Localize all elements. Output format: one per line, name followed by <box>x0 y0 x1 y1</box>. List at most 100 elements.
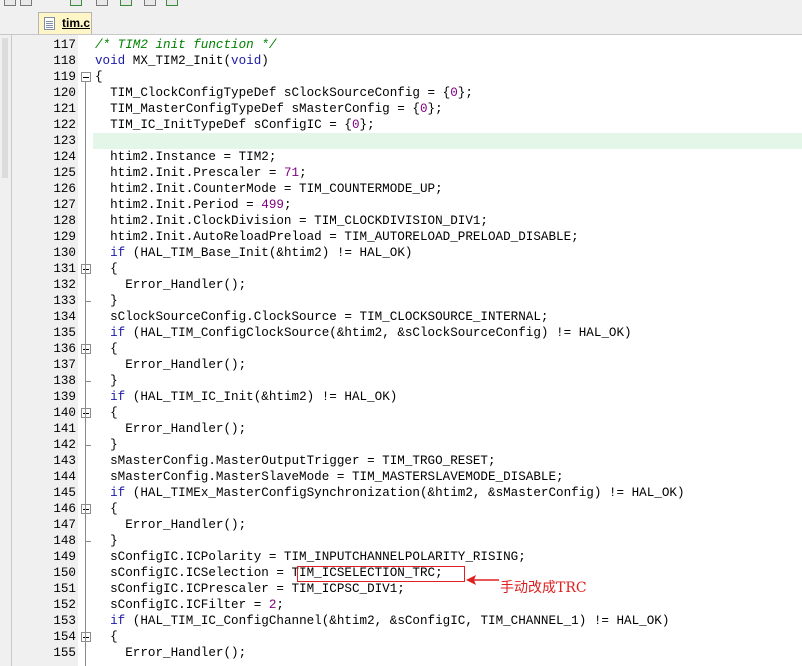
line-number: 145 <box>53 486 76 500</box>
line-number: 147 <box>53 518 76 532</box>
line-number: 125 <box>53 166 76 180</box>
code-line[interactable]: sConfigIC.ICFilter = 2; <box>95 597 284 613</box>
line-number: 120 <box>53 86 76 100</box>
toolbar-button-icon[interactable] <box>120 0 132 6</box>
code-line[interactable]: { <box>95 261 118 277</box>
tab-tim-c[interactable]: tim.c <box>38 12 92 34</box>
code-line[interactable]: if (HAL_TIM_ConfigClockSource(&htim2, &s… <box>95 325 631 341</box>
panel-scroll-strip <box>2 38 8 178</box>
line-number: 154 <box>53 630 76 644</box>
line-number: 146 <box>53 502 76 516</box>
code-line[interactable]: sConfigIC.ICPrescaler = TIM_ICPSC_DIV1; <box>95 581 405 597</box>
toolbar <box>0 0 802 8</box>
toolbar-button-icon[interactable] <box>96 0 108 6</box>
fold-toggle-icon[interactable] <box>81 72 91 82</box>
code-line[interactable]: sMasterConfig.MasterOutputTrigger = TIM_… <box>95 453 495 469</box>
code-line[interactable]: Error_Handler(); <box>95 357 246 373</box>
c-file-icon <box>44 17 55 30</box>
fold-toggle-icon[interactable] <box>81 264 91 274</box>
line-number: 118 <box>53 54 76 68</box>
code-line[interactable]: Error_Handler(); <box>95 277 246 293</box>
line-number: 121 <box>53 102 76 116</box>
line-number: 131 <box>53 262 76 276</box>
code-line[interactable]: htim2.Init.Period = 499; <box>95 197 291 213</box>
code-line[interactable]: } <box>95 437 118 453</box>
line-number: 129 <box>53 230 76 244</box>
current-line-highlight <box>93 133 802 149</box>
fold-toggle-icon[interactable] <box>81 408 91 418</box>
line-number: 150 <box>53 566 76 580</box>
toolbar-button-icon[interactable] <box>144 0 156 6</box>
fold-toggle-icon[interactable] <box>81 504 91 514</box>
code-line[interactable]: TIM_IC_InitTypeDef sConfigIC = {0}; <box>95 117 375 133</box>
code-line[interactable]: sMasterConfig.MasterSlaveMode = TIM_MAST… <box>95 469 563 485</box>
line-number: 130 <box>53 246 76 260</box>
line-number: 128 <box>53 214 76 228</box>
line-number: 148 <box>53 534 76 548</box>
code-line[interactable]: if (HAL_TIM_IC_Init(&htim2) != HAL_OK) <box>95 389 397 405</box>
code-line[interactable]: if (HAL_TIMEx_MasterConfigSynchronizatio… <box>95 485 684 501</box>
toolbar-button-icon[interactable] <box>70 0 82 6</box>
line-number: 122 <box>53 118 76 132</box>
code-line[interactable]: { <box>95 69 103 85</box>
code-line[interactable]: htim2.Init.ClockDivision = TIM_CLOCKDIVI… <box>95 213 488 229</box>
line-number: 119 <box>53 70 76 84</box>
line-number: 135 <box>53 326 76 340</box>
code-line[interactable]: TIM_ClockConfigTypeDef sClockSourceConfi… <box>95 85 473 101</box>
line-number: 136 <box>53 342 76 356</box>
line-number: 141 <box>53 422 76 436</box>
fold-toggle-icon[interactable] <box>81 632 91 642</box>
code-line[interactable]: } <box>95 533 118 549</box>
editor-tabbar: tim.c <box>0 8 802 35</box>
line-number: 132 <box>53 278 76 292</box>
line-number: 149 <box>53 550 76 564</box>
line-number: 138 <box>53 374 76 388</box>
line-number: 144 <box>53 470 76 484</box>
code-line[interactable]: TIM_MasterConfigTypeDef sMasterConfig = … <box>95 101 443 117</box>
line-number: 134 <box>53 310 76 324</box>
annotation-note: 手动改成TRC <box>500 580 587 596</box>
line-number: 127 <box>53 198 76 212</box>
line-number: 151 <box>53 582 76 596</box>
line-number: 126 <box>53 182 76 196</box>
code-line[interactable]: htim2.Instance = TIM2; <box>95 149 276 165</box>
annotation-highlight-box <box>297 566 465 582</box>
code-line[interactable]: void MX_TIM2_Init(void) <box>95 53 269 69</box>
code-line[interactable]: { <box>95 501 118 517</box>
fold-guide-line <box>85 81 86 666</box>
line-number: 137 <box>53 358 76 372</box>
code-line[interactable]: Error_Handler(); <box>95 517 246 533</box>
line-number: 140 <box>53 406 76 420</box>
line-number: 142 <box>53 438 76 452</box>
code-line[interactable]: } <box>95 373 118 389</box>
line-number: 117 <box>53 38 76 52</box>
code-line[interactable]: { <box>95 341 118 357</box>
toolbar-button-icon[interactable] <box>20 0 32 6</box>
line-number: 124 <box>53 150 76 164</box>
fold-toggle-icon[interactable] <box>81 344 91 354</box>
line-number: 123 <box>53 134 76 148</box>
project-panel-edge <box>0 8 12 666</box>
code-line[interactable]: sClockSourceConfig.ClockSource = TIM_CLO… <box>95 309 548 325</box>
code-line[interactable]: htim2.Init.AutoReloadPreload = TIM_AUTOR… <box>95 229 579 245</box>
code-line[interactable]: Error_Handler(); <box>95 421 246 437</box>
line-number: 155 <box>53 646 76 660</box>
code-line[interactable]: if (HAL_TIM_Base_Init(&htim2) != HAL_OK) <box>95 245 412 261</box>
code-line[interactable]: { <box>95 405 118 421</box>
code-line[interactable]: htim2.Init.Prescaler = 71; <box>95 165 307 181</box>
code-line[interactable]: htim2.Init.CounterMode = TIM_COUNTERMODE… <box>95 181 443 197</box>
line-number: 153 <box>53 614 76 628</box>
code-line[interactable]: /* TIM2 init function */ <box>95 37 276 53</box>
code-line[interactable]: } <box>95 293 118 309</box>
annotation-arrow <box>466 575 499 585</box>
tab-label: tim.c <box>62 16 91 30</box>
toolbar-button-icon[interactable] <box>4 0 16 6</box>
code-line[interactable]: Error_Handler(); <box>95 645 246 661</box>
toolbar-button-icon[interactable] <box>166 0 178 6</box>
line-number: 133 <box>53 294 76 308</box>
line-number: 152 <box>53 598 76 612</box>
code-line[interactable]: sConfigIC.ICPolarity = TIM_INPUTCHANNELP… <box>95 549 526 565</box>
line-number: 139 <box>53 390 76 404</box>
code-line[interactable]: if (HAL_TIM_IC_ConfigChannel(&htim2, &sC… <box>95 613 669 629</box>
code-line[interactable]: { <box>95 629 118 645</box>
